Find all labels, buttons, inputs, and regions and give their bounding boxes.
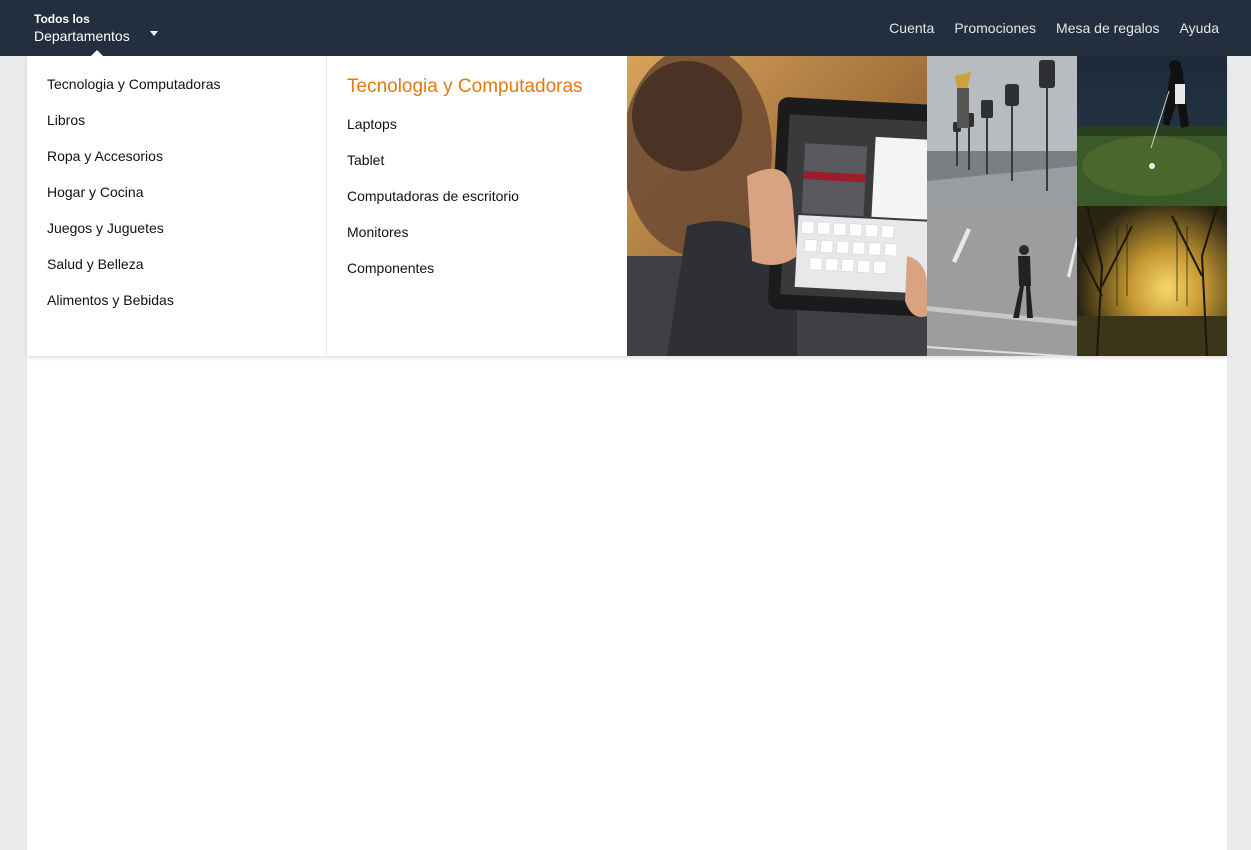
promo-image-collage <box>627 56 1227 356</box>
caret-down-icon <box>150 31 158 36</box>
nav-link-ayuda[interactable]: Ayuda <box>1180 20 1219 36</box>
subcategory-item-laptops[interactable]: Laptops <box>327 115 627 151</box>
nav-link-promociones[interactable]: Promociones <box>954 20 1036 36</box>
departments-label-small: Todos los <box>34 12 90 26</box>
subcategory-title: Tecnologia y Computadoras <box>347 76 583 97</box>
tablet-photo[interactable] <box>627 56 927 356</box>
header-nav: Cuenta Promociones Mesa de regalos Ayuda <box>869 0 1219 56</box>
subcategory-item-tablet[interactable]: Tablet <box>327 151 627 187</box>
category-item-juegos[interactable]: Juegos y Juguetes <box>27 219 326 255</box>
subcategory-item-monitores[interactable]: Monitores <box>327 223 627 259</box>
subcategory-item-componentes[interactable]: Componentes <box>327 259 627 295</box>
category-item-ropa[interactable]: Ropa y Accesorios <box>27 147 326 183</box>
category-item-libros[interactable]: Libros <box>27 111 326 147</box>
category-item-tecnologia[interactable]: Tecnologia y Computadoras <box>27 75 326 111</box>
golfer-photo[interactable] <box>1077 56 1227 206</box>
departments-menu-button[interactable]: Todos los Departamentos <box>34 12 164 48</box>
walking-man-photo[interactable] <box>927 206 1077 356</box>
nav-link-mesa-de-regalos[interactable]: Mesa de regalos <box>1056 20 1160 36</box>
top-navigation-bar: Todos los Departamentos Cuenta Promocion… <box>0 0 1251 56</box>
departments-label: Departamentos <box>34 28 130 44</box>
sunset-tree-photo[interactable] <box>1077 206 1227 356</box>
category-list: Tecnologia y Computadoras Libros Ropa y … <box>27 56 327 356</box>
subcategory-item-escritorio[interactable]: Computadoras de escritorio <box>327 187 627 223</box>
category-item-salud[interactable]: Salud y Belleza <box>27 255 326 291</box>
subcategory-panel: Tecnologia y Computadoras Laptops Tablet… <box>327 56 627 356</box>
nav-link-cuenta[interactable]: Cuenta <box>889 20 934 36</box>
bridge-lamps-photo[interactable] <box>927 56 1077 206</box>
category-item-hogar[interactable]: Hogar y Cocina <box>27 183 326 219</box>
category-item-alimentos[interactable]: Alimentos y Bebidas <box>27 291 326 327</box>
departments-flyout: Tecnologia y Computadoras Libros Ropa y … <box>27 56 1227 356</box>
